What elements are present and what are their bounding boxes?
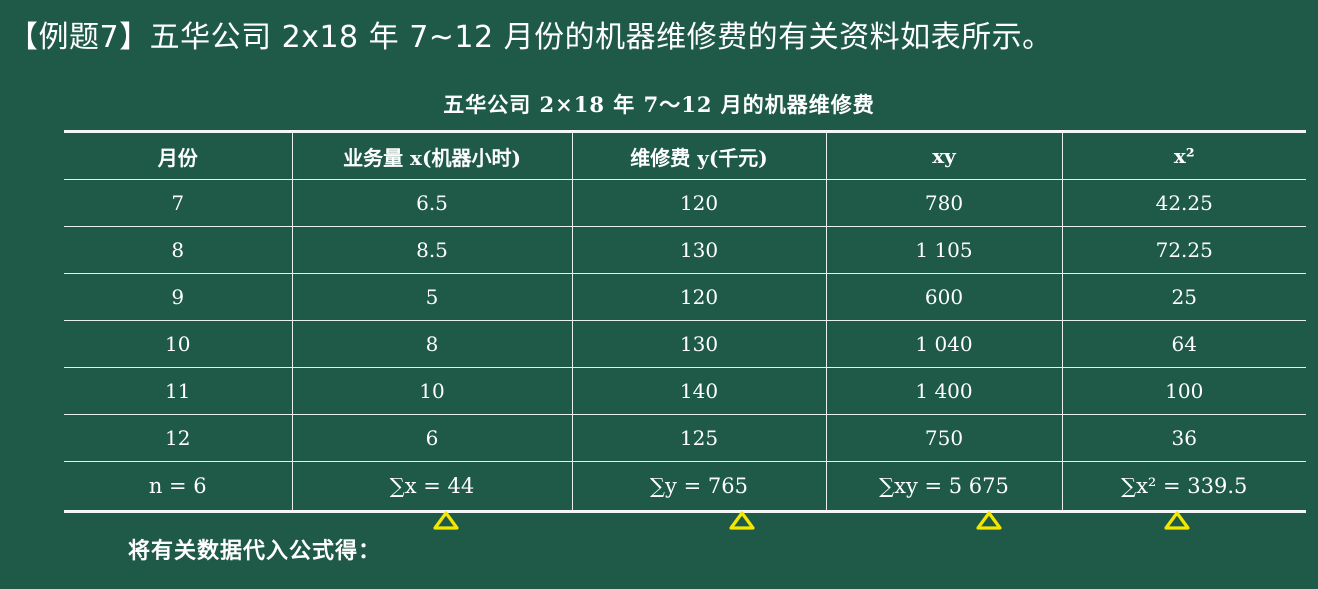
cell-month: 10 <box>64 320 293 368</box>
header-xy: xy <box>825 130 1063 180</box>
table-row: 7 6.5 120 780 42.25 <box>64 179 1306 227</box>
cell-volume: 8.5 <box>291 226 573 274</box>
cell-month: 9 <box>64 273 293 321</box>
summary-sum-x-squared: ∑x² = 339.5 <box>1061 461 1306 513</box>
cell-month: 7 <box>64 179 293 227</box>
triangle-mark-icon <box>1164 511 1190 530</box>
cell-volume: 6 <box>291 414 573 462</box>
cell-cost: 140 <box>571 367 827 415</box>
triangle-mark-icon <box>976 511 1002 530</box>
cell-cost: 130 <box>571 320 827 368</box>
triangle-mark-icon <box>433 511 459 530</box>
cell-volume: 8 <box>291 320 573 368</box>
cell-month: 12 <box>64 414 293 462</box>
triangle-mark-icon <box>729 511 755 530</box>
maintenance-cost-table: 月份 业务量 x(机器小时) 维修费 y(千元) xy x² 7 6.5 120… <box>64 130 1306 513</box>
cell-cost: 120 <box>571 273 827 321</box>
summary-count: n = 6 <box>64 461 293 513</box>
cell-xy: 750 <box>825 414 1063 462</box>
cell-xy: 780 <box>825 179 1063 227</box>
table-row: 10 8 130 1 040 64 <box>64 320 1306 368</box>
cell-month: 8 <box>64 226 293 274</box>
cell-x-squared: 64 <box>1061 320 1306 368</box>
cell-xy: 1 400 <box>825 367 1063 415</box>
formula-intro-text: 将有关数据代入公式得： <box>128 538 382 564</box>
header-volume: 业务量 x(机器小时) <box>291 130 573 180</box>
summary-sum-y: ∑y = 765 <box>571 461 827 513</box>
cell-xy: 600 <box>825 273 1063 321</box>
cell-month: 11 <box>64 367 293 415</box>
summary-sum-xy: ∑xy = 5 675 <box>825 461 1063 513</box>
cell-x-squared: 36 <box>1061 414 1306 462</box>
header-cost: 维修费 y(千元) <box>571 130 827 180</box>
table-header-row: 月份 业务量 x(机器小时) 维修费 y(千元) xy x² <box>64 130 1306 180</box>
cell-volume: 5 <box>291 273 573 321</box>
cell-cost: 120 <box>571 179 827 227</box>
cell-x-squared: 100 <box>1061 367 1306 415</box>
cell-xy: 1 105 <box>825 226 1063 274</box>
cell-x-squared: 42.25 <box>1061 179 1306 227</box>
summary-sum-x: ∑x = 44 <box>291 461 573 513</box>
cell-x-squared: 72.25 <box>1061 226 1306 274</box>
cell-volume: 6.5 <box>291 179 573 227</box>
table-row: 12 6 125 750 36 <box>64 414 1306 462</box>
table-row: 11 10 140 1 400 100 <box>64 367 1306 415</box>
header-month: 月份 <box>64 130 293 180</box>
summary-row: n = 6 ∑x = 44 ∑y = 765 ∑xy = 5 675 ∑x² =… <box>64 461 1306 513</box>
cell-cost: 125 <box>571 414 827 462</box>
example-heading: 【例题7】五华公司 2x18 年 7~12 月份的机器维修费的有关资料如表所示。 <box>8 20 1053 55</box>
cell-xy: 1 040 <box>825 320 1063 368</box>
cell-volume: 10 <box>291 367 573 415</box>
table-row: 8 8.5 130 1 105 72.25 <box>64 226 1306 274</box>
table-title: 五华公司 2×18 年 7～12 月的机器维修费 <box>443 92 875 117</box>
cell-x-squared: 25 <box>1061 273 1306 321</box>
cell-cost: 130 <box>571 226 827 274</box>
header-x-squared: x² <box>1061 130 1306 180</box>
table-row: 9 5 120 600 25 <box>64 273 1306 321</box>
